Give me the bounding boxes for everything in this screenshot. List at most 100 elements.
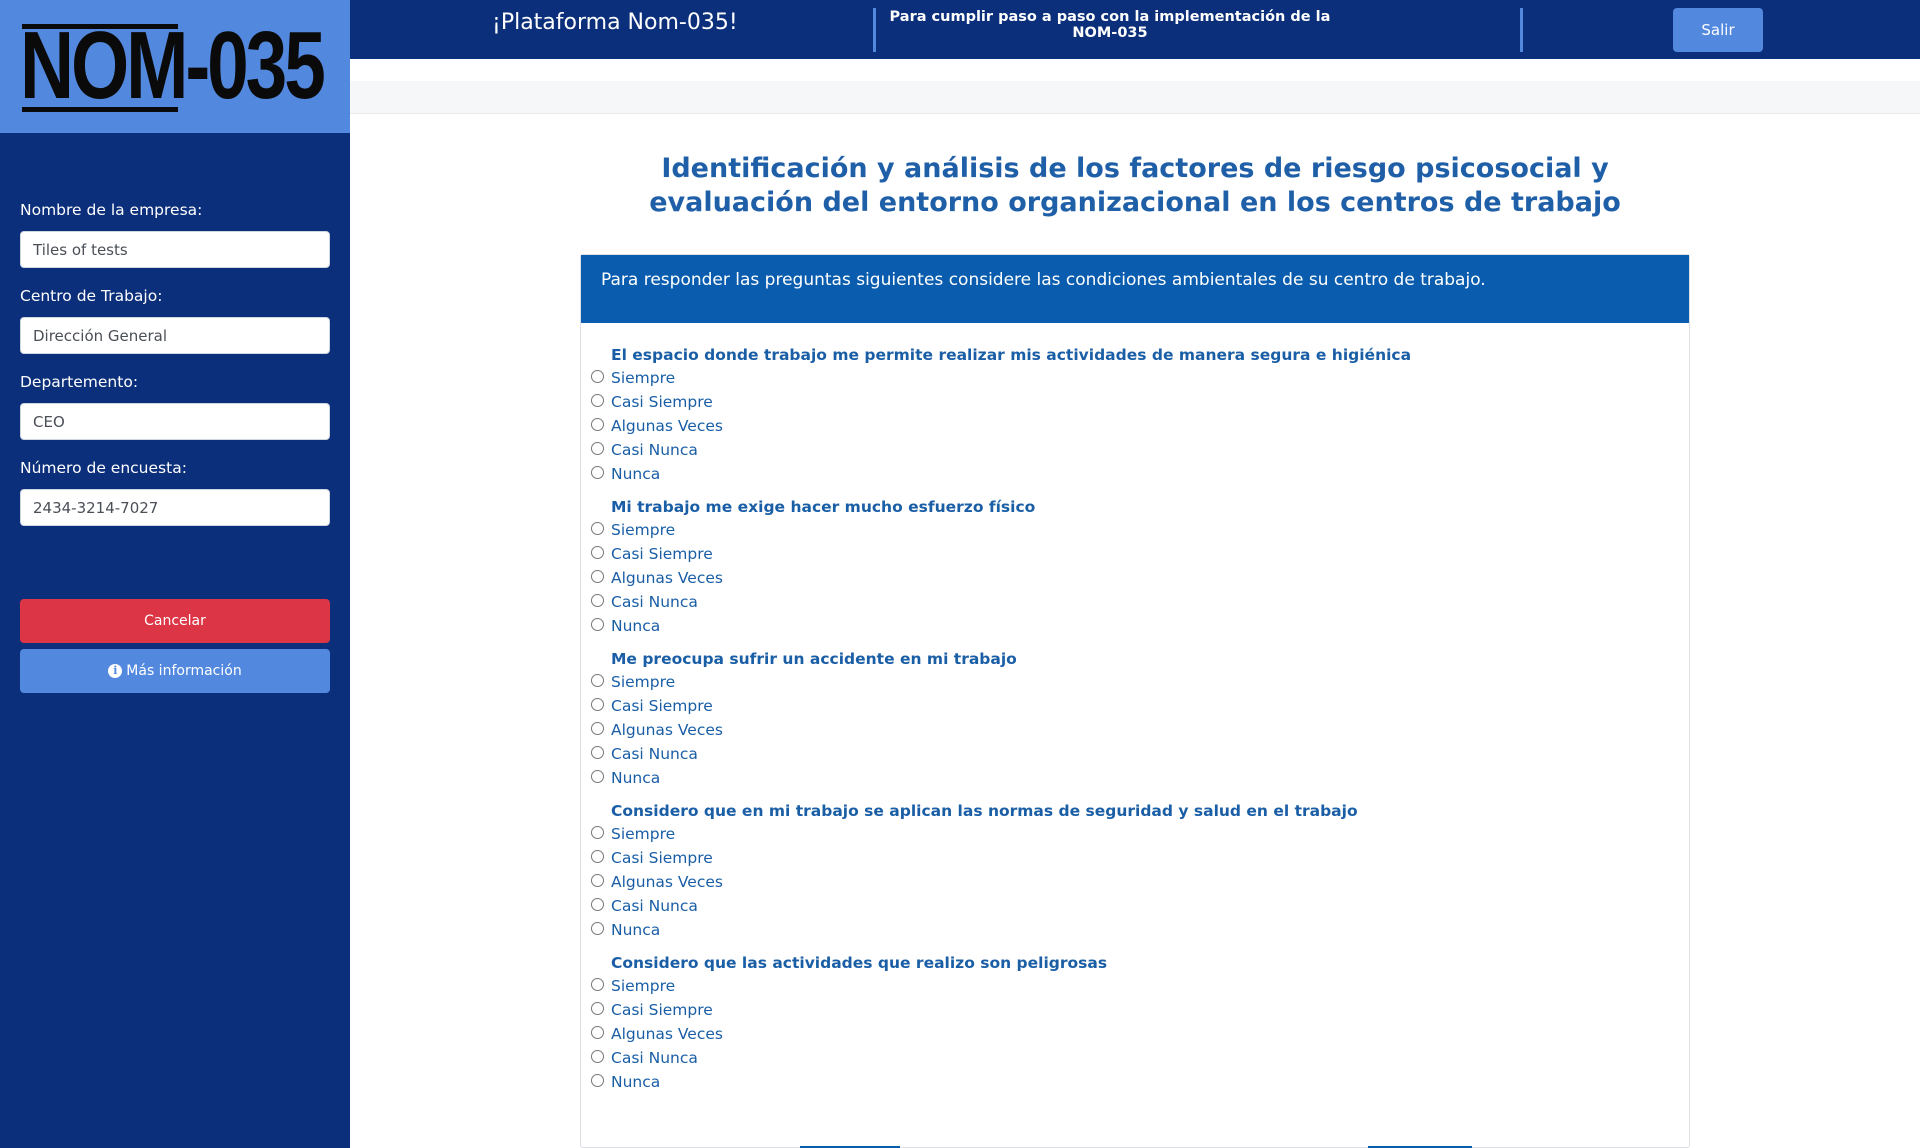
answer-option[interactable]: Algunas Veces bbox=[591, 567, 723, 589]
answer-option[interactable]: Casi Nunca bbox=[591, 743, 698, 765]
answer-option[interactable]: Casi Siempre bbox=[591, 543, 713, 565]
answer-option[interactable]: Algunas Veces bbox=[591, 415, 723, 437]
radio-button[interactable] bbox=[591, 465, 604, 479]
answer-option[interactable]: Siempre bbox=[591, 823, 675, 845]
radio-button[interactable] bbox=[591, 393, 604, 407]
answer-option[interactable]: Siempre bbox=[591, 975, 675, 997]
answer-option-label: Casi Nunca bbox=[611, 745, 698, 763]
answer-option-label: Siempre bbox=[611, 825, 676, 843]
answer-option-label: Nunca bbox=[611, 617, 661, 635]
radio-button[interactable] bbox=[591, 1025, 604, 1039]
card-header-text: Para responder las preguntas siguientes … bbox=[601, 270, 1486, 290]
answer-option-label: Nunca bbox=[611, 769, 661, 787]
answer-option-label: Nunca bbox=[611, 921, 661, 939]
more-info-button[interactable]: i Más información bbox=[20, 649, 330, 693]
answer-option-label: Casi Siempre bbox=[611, 393, 713, 411]
radio-button[interactable] bbox=[591, 1049, 604, 1063]
cancel-button[interactable]: Cancelar bbox=[20, 599, 330, 643]
answer-option[interactable]: Nunca bbox=[591, 615, 660, 637]
radio-button[interactable] bbox=[591, 977, 604, 991]
logout-button[interactable]: Salir bbox=[1673, 8, 1763, 52]
sidebar: NOM-035 Nombre de la empresa: Centro de … bbox=[0, 0, 350, 1148]
question-text: Considero que en mi trabajo se aplican l… bbox=[611, 802, 1358, 820]
radio-button[interactable] bbox=[591, 369, 604, 383]
question-text: Considero que las actividades que realiz… bbox=[611, 954, 1108, 972]
radio-button[interactable] bbox=[591, 921, 604, 935]
radio-button[interactable] bbox=[591, 769, 604, 783]
question-text: Me preocupa sufrir un accidente en mi tr… bbox=[611, 650, 1017, 668]
answer-option-label: Algunas Veces bbox=[611, 569, 723, 587]
radio-button[interactable] bbox=[591, 897, 604, 911]
radio-button[interactable] bbox=[591, 441, 604, 455]
answer-option[interactable]: Nunca bbox=[591, 463, 660, 485]
answer-option[interactable]: Casi Siempre bbox=[591, 695, 713, 717]
answer-option[interactable]: Casi Siempre bbox=[591, 999, 713, 1021]
radio-button[interactable] bbox=[591, 825, 604, 839]
radio-button[interactable] bbox=[591, 545, 604, 559]
logo-area: NOM-035 bbox=[0, 0, 350, 133]
sub-header-strip bbox=[350, 81, 1920, 114]
radio-button[interactable] bbox=[591, 417, 604, 431]
company-name-field[interactable] bbox=[20, 231, 330, 268]
answer-option[interactable]: Casi Nunca bbox=[591, 591, 698, 613]
answer-option-label: Casi Siempre bbox=[611, 545, 713, 563]
answer-option-label: Casi Siempre bbox=[611, 1001, 713, 1019]
answer-option[interactable]: Casi Nunca bbox=[591, 1047, 698, 1069]
radio-button[interactable] bbox=[591, 1001, 604, 1015]
radio-button[interactable] bbox=[591, 697, 604, 711]
answer-option-label: Algunas Veces bbox=[611, 721, 723, 739]
survey-number-field[interactable] bbox=[20, 489, 330, 526]
radio-button[interactable] bbox=[591, 569, 604, 583]
answer-option[interactable]: Algunas Veces bbox=[591, 871, 723, 893]
answer-option-label: Casi Nunca bbox=[611, 897, 698, 915]
question-text: Mi trabajo me exige hacer mucho esfuerzo… bbox=[611, 498, 1036, 516]
more-info-label: Más información bbox=[126, 663, 242, 679]
answer-option[interactable]: Nunca bbox=[591, 767, 660, 789]
info-circle-icon: i bbox=[108, 664, 123, 678]
platform-subtitle: Para cumplir paso a paso con la implemen… bbox=[889, 9, 1331, 41]
answer-option-label: Algunas Veces bbox=[611, 417, 723, 435]
answer-option-label: Casi Nunca bbox=[611, 593, 698, 611]
answer-option-label: Siempre bbox=[611, 369, 676, 387]
radio-button[interactable] bbox=[591, 673, 604, 687]
radio-button[interactable] bbox=[591, 721, 604, 735]
answer-option[interactable]: Nunca bbox=[591, 919, 660, 941]
radio-button[interactable] bbox=[591, 873, 604, 887]
question-text: El espacio donde trabajo me permite real… bbox=[611, 346, 1412, 364]
work-center-field[interactable] bbox=[20, 317, 330, 354]
radio-button[interactable] bbox=[591, 1073, 604, 1087]
radio-button[interactable] bbox=[591, 617, 604, 631]
company-name-label: Nombre de la empresa: bbox=[20, 201, 203, 219]
logo-underline bbox=[22, 107, 178, 112]
answer-option-label: Algunas Veces bbox=[611, 873, 723, 891]
answer-option-label: Nunca bbox=[611, 465, 661, 483]
radio-button[interactable] bbox=[591, 745, 604, 759]
answer-option[interactable]: Siempre bbox=[591, 671, 675, 693]
platform-title: ¡Plataforma Nom-035! bbox=[492, 10, 738, 35]
answer-option[interactable]: Siempre bbox=[591, 519, 675, 541]
answer-option[interactable]: Siempre bbox=[591, 367, 675, 389]
radio-button[interactable] bbox=[591, 849, 604, 863]
answer-option-label: Casi Siempre bbox=[611, 697, 713, 715]
answer-option[interactable]: Algunas Veces bbox=[591, 719, 723, 741]
page-title: Identificación y análisis de los factore… bbox=[649, 153, 1621, 218]
answer-option[interactable]: Casi Siempre bbox=[591, 391, 713, 413]
answer-option[interactable]: Algunas Veces bbox=[591, 1023, 723, 1045]
department-label: Departemento: bbox=[20, 373, 139, 391]
top-bar: ¡Plataforma Nom-035! Para cumplir paso a… bbox=[350, 0, 1920, 59]
answer-option-label: Siempre bbox=[611, 977, 676, 995]
card-header: Para responder las preguntas siguientes … bbox=[581, 255, 1689, 323]
work-center-label: Centro de Trabajo: bbox=[20, 287, 163, 305]
answer-option-label: Casi Nunca bbox=[611, 441, 698, 459]
answer-option[interactable]: Casi Nunca bbox=[591, 439, 698, 461]
radio-button[interactable] bbox=[591, 521, 604, 535]
answer-option-label: Siempre bbox=[611, 673, 676, 691]
answer-option[interactable]: Casi Nunca bbox=[591, 895, 698, 917]
answer-option-label: Algunas Veces bbox=[611, 1025, 723, 1043]
answer-option-label: Nunca bbox=[611, 1073, 661, 1091]
answer-option[interactable]: Casi Siempre bbox=[591, 847, 713, 869]
answer-option-label: Casi Siempre bbox=[611, 849, 713, 867]
answer-option[interactable]: Nunca bbox=[591, 1071, 660, 1093]
radio-button[interactable] bbox=[591, 593, 604, 607]
department-field[interactable] bbox=[20, 403, 330, 440]
